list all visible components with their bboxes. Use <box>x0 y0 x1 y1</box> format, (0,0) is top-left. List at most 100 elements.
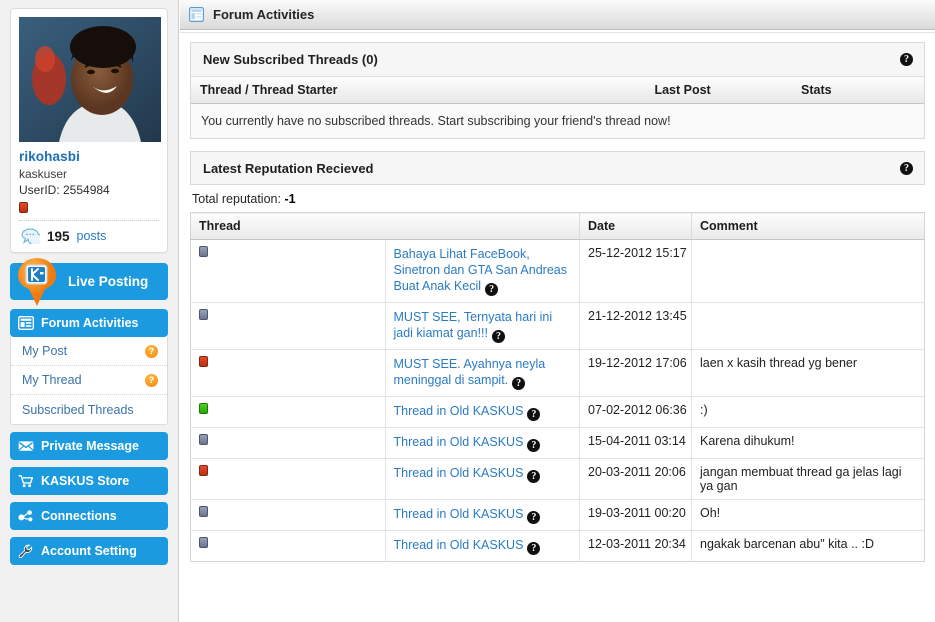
panel-title-latest-reputation: Latest Reputation Recieved <box>203 160 374 176</box>
help-question-icon[interactable]: ? <box>145 344 158 358</box>
profile-card: rikohasbi kaskuser UserID: 2554984 195 p… <box>10 8 168 253</box>
panel-subscribed-threads: New Subscribed Threads (0) ? Thread / Th… <box>190 42 925 139</box>
date-cell: 15-04-2011 03:14 <box>579 427 692 459</box>
panel-header-subscribed-threads: New Subscribed Threads (0) ? <box>191 43 924 77</box>
sidebar-item-live-posting[interactable]: Live Posting <box>10 258 168 306</box>
kaskus-pin-icon <box>18 258 56 306</box>
thread-link[interactable]: Bahaya Lihat FaceBook, Sinetron dan GTA … <box>394 247 568 293</box>
thread-link[interactable]: Thread in Old KASKUS <box>394 507 524 521</box>
help-question-icon[interactable]: ? <box>900 53 913 66</box>
panel-layout-icon <box>189 7 204 22</box>
empty-message: You currently have no subscribed threads… <box>191 103 924 138</box>
thread-link[interactable]: MUST SEE, Ternyata hari ini jadi kiamat … <box>394 310 553 340</box>
shopping-cart-icon <box>18 475 34 488</box>
sidebar-item-my-thread[interactable]: My Thread ? <box>11 366 167 395</box>
reputation-chip-neutral <box>199 309 208 320</box>
table-header-row: Thread / Thread Starter Last Post Stats <box>191 77 924 104</box>
page-root: rikohasbi kaskuser UserID: 2554984 195 p… <box>0 0 935 622</box>
date-cell: 07-02-2012 06:36 <box>579 396 692 428</box>
thread-cell: Thread in Old KASKUS? <box>385 458 580 500</box>
reputation-chip-cell <box>190 349 386 397</box>
reputation-chip-negative <box>199 465 208 476</box>
connections-icon <box>18 510 33 522</box>
sidebar-label-connections: Connections <box>41 509 117 523</box>
thread-link[interactable]: Thread in Old KASKUS <box>394 435 524 449</box>
table-row: MUST SEE, Ternyata hari ini jadi kiamat … <box>190 302 925 350</box>
reputation-chip-negative <box>199 356 208 367</box>
panel-latest-reputation: Latest Reputation Recieved ? <box>190 151 925 185</box>
thread-link[interactable]: Thread in Old KASKUS <box>394 404 524 418</box>
table-row: Thread in Old KASKUS? 15-04-2011 03:14 Kar… <box>190 427 925 459</box>
column-header-thread-starter[interactable]: Thread / Thread Starter <box>191 77 646 104</box>
comment-cell: Oh! <box>691 499 925 531</box>
reputation-chip-cell <box>190 499 386 531</box>
thread-cell: Thread in Old KASKUS? <box>385 396 580 428</box>
column-header-comment[interactable]: Comment <box>691 212 925 240</box>
comment-cell: ngakak barcenan abu" kita .. :D <box>700 537 874 551</box>
live-posting-label: Live Posting <box>68 274 149 289</box>
sidebar-label-subscribed-threads: Subscribed Threads <box>22 402 134 417</box>
reputation-section: Total reputation: -1 Thread Date Comment… <box>190 185 925 562</box>
table-empty-row: You currently have no subscribed threads… <box>191 103 924 138</box>
table-reputation: Thread Date Comment Bahaya Lihat FaceBoo… <box>190 212 925 562</box>
help-question-icon[interactable]: ? <box>512 377 526 390</box>
reputation-chip-neutral <box>199 537 208 548</box>
help-question-icon[interactable]: ? <box>527 408 541 421</box>
thread-link[interactable]: Thread in Old KASKUS <box>394 538 524 552</box>
sidebar-submenu-forum-activities: My Post ? My Thread ? Subscribed Threads <box>10 337 168 425</box>
reputation-chip-positive <box>199 403 208 414</box>
help-question-icon[interactable]: ? <box>527 511 541 524</box>
avatar <box>19 17 161 142</box>
comment-cell <box>691 302 925 350</box>
sidebar-nav: Live Posting Forum Activities My Post ? <box>10 258 168 565</box>
help-question-icon[interactable]: ? <box>492 330 505 343</box>
page-title: Forum Activities <box>213 7 315 22</box>
profile-posts-label[interactable]: posts <box>77 229 107 243</box>
table-row: Thread in Old KASKUS? 12-03-2011 20:34 nga… <box>190 530 925 562</box>
reputation-chip-cell <box>190 458 386 500</box>
sidebar-item-kaskus-store[interactable]: KASKUS Store <box>10 467 168 495</box>
reputation-chip-cell <box>190 239 386 303</box>
thread-cell: Thread in Old KASKUS? <box>385 427 580 459</box>
sidebar-item-private-message[interactable]: Private Message <box>10 432 168 460</box>
thread-link[interactable]: Thread in Old KASKUS <box>394 466 524 480</box>
sidebar-item-my-post[interactable]: My Post ? <box>11 337 167 366</box>
reputation-chip-cell <box>190 530 386 562</box>
help-question-icon[interactable]: ? <box>900 161 913 175</box>
column-header-thread[interactable]: Thread <box>190 212 580 240</box>
wrench-icon <box>18 544 33 558</box>
column-header-last-post[interactable]: Last Post <box>645 77 793 104</box>
table-row: Thread in Old KASKUS? 20-03-2011 20:06 jan… <box>190 458 925 500</box>
sidebar-item-forum-activities[interactable]: Forum Activities <box>10 309 168 337</box>
help-question-icon[interactable]: ? <box>527 470 541 483</box>
profile-reputation-chip <box>19 202 28 213</box>
sidebar-item-account-setting[interactable]: Account Setting <box>10 537 168 565</box>
page-header: Forum Activities <box>180 0 935 30</box>
help-question-icon[interactable]: ? <box>527 439 541 452</box>
sidebar-item-connections[interactable]: Connections <box>10 502 168 530</box>
panel-header-latest-reputation: Latest Reputation Recieved ? <box>190 151 925 185</box>
profile-username[interactable]: rikohasbi <box>19 149 159 164</box>
profile-posts-row: 195 posts <box>19 220 159 252</box>
reputation-chip-cell <box>190 427 386 459</box>
column-header-date[interactable]: Date <box>579 212 692 240</box>
total-reputation-label: Total reputation: <box>192 192 281 206</box>
comment-cell: Karena dihukum! <box>691 427 925 459</box>
reputation-chip-cell <box>190 396 386 428</box>
date-cell: 12-03-2011 20:34 <box>579 530 692 562</box>
reputation-chip-neutral <box>199 246 208 257</box>
sidebar-label-forum-activities: Forum Activities <box>41 316 139 330</box>
column-header-stats[interactable]: Stats <box>792 77 924 104</box>
profile-userid: UserID: 2554984 <box>19 183 110 197</box>
reputation-chip-neutral <box>199 434 208 445</box>
date-cell: 19-03-2011 00:20 <box>579 499 692 531</box>
help-question-icon[interactable]: ? <box>527 542 541 555</box>
date-cell: 19-12-2012 17:06 <box>579 349 692 397</box>
help-question-icon[interactable]: ? <box>145 373 158 387</box>
profile-role: kaskuser <box>19 167 68 181</box>
envelope-icon <box>18 441 34 451</box>
sidebar-label-my-post: My Post <box>22 344 68 358</box>
help-question-icon[interactable]: ? <box>485 283 499 296</box>
sidebar-item-subscribed-threads[interactable]: Subscribed Threads <box>11 395 167 424</box>
sidebar-label-account-setting: Account Setting <box>41 544 137 558</box>
